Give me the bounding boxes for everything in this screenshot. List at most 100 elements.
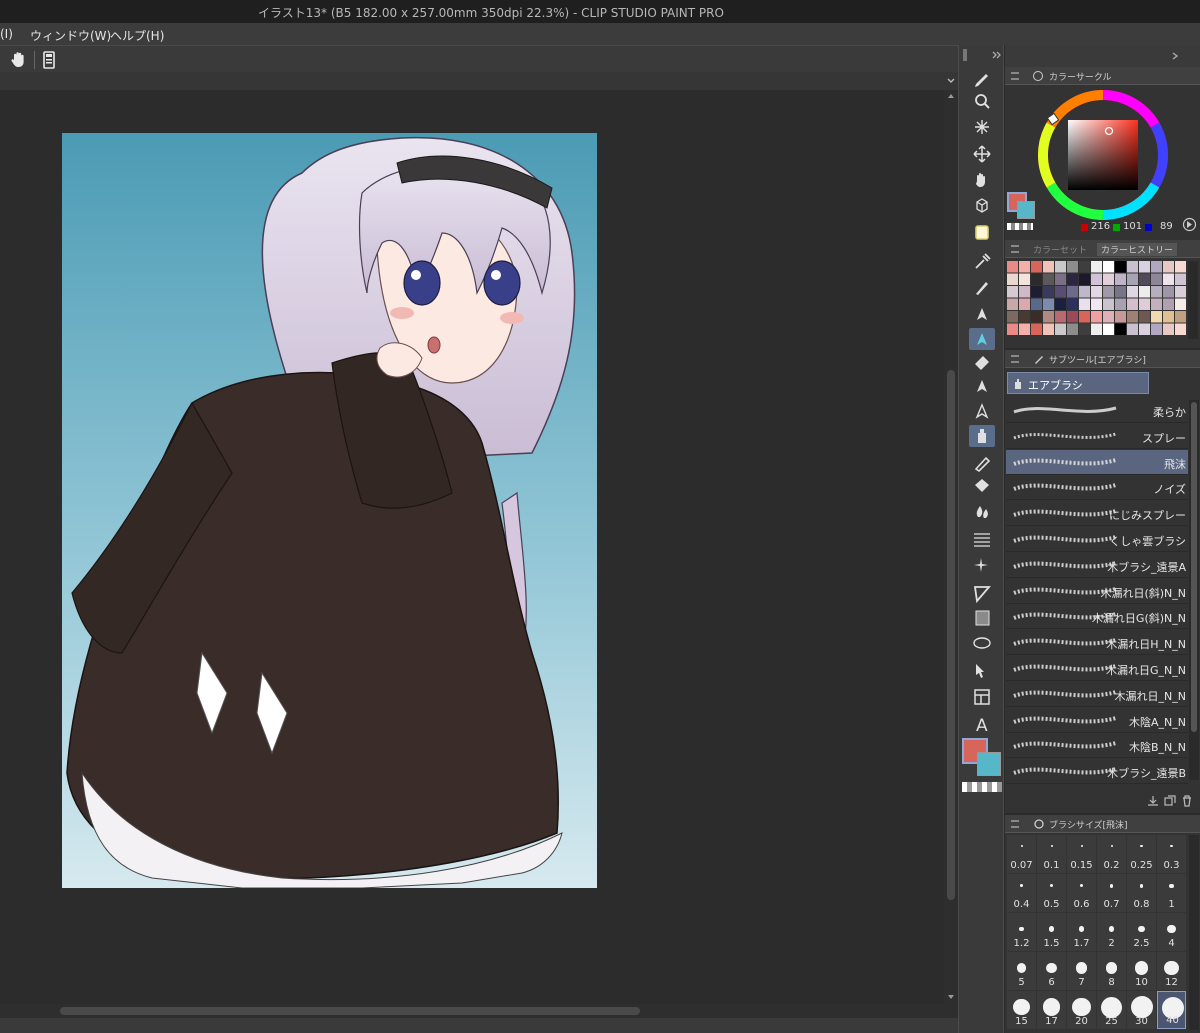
color-swatch[interactable] (1151, 323, 1162, 336)
color-swatch[interactable] (1067, 286, 1078, 298)
color-swatch[interactable] (1055, 286, 1066, 298)
brush-size-option[interactable]: 1.5 (1037, 913, 1066, 951)
color-swatch[interactable] (1079, 298, 1090, 311)
color-mode-icon[interactable] (1182, 217, 1197, 232)
color-swatch[interactable] (1139, 298, 1150, 311)
color-swatch[interactable] (1043, 323, 1054, 336)
brush-item[interactable]: 木ブラシ_遠景B (1006, 759, 1188, 785)
color-swatch[interactable] (1175, 261, 1186, 273)
circle-transparent-color[interactable] (1007, 223, 1033, 230)
transparent-color-swatch[interactable] (962, 782, 1002, 792)
brush-size-option[interactable]: 20 (1067, 991, 1096, 1029)
color-swatch[interactable] (1079, 273, 1090, 286)
color-swatch[interactable] (1043, 298, 1054, 311)
brush-size-option[interactable]: 0.1 (1037, 835, 1066, 873)
text-icon[interactable]: A (969, 713, 995, 736)
color-swatch[interactable] (1007, 311, 1018, 323)
brush-size-option[interactable]: 0.15 (1067, 835, 1096, 873)
color-swatch[interactable] (1031, 273, 1042, 286)
color-swatch[interactable] (1067, 261, 1078, 273)
brush-size-option[interactable]: 7 (1067, 952, 1096, 990)
device-icon[interactable] (38, 49, 60, 71)
menu-item-window[interactable]: ウィンドウ(W) (30, 27, 111, 44)
hand-icon[interactable] (969, 169, 995, 191)
color-swatch[interactable] (1163, 311, 1174, 323)
chevron-right-icon[interactable] (1170, 51, 1180, 61)
color-swatch[interactable] (1007, 323, 1018, 336)
color-swatch[interactable] (1055, 273, 1066, 286)
brush-size-option[interactable]: 5 (1007, 952, 1036, 990)
menu-item-partial[interactable]: (I) (0, 27, 13, 41)
color-swatch[interactable] (1115, 298, 1126, 311)
brush-item[interactable]: 木陰B_N_N (1006, 733, 1188, 759)
lines-icon[interactable] (969, 528, 995, 550)
color-swatch[interactable] (1127, 261, 1138, 273)
brush-item[interactable]: 柔らか (1006, 398, 1188, 423)
brush-size-option[interactable]: 15 (1007, 991, 1036, 1029)
brush-item[interactable]: 木漏れ日G(斜)N_N (1006, 604, 1188, 630)
brush-size-option[interactable]: 0.25 (1127, 835, 1156, 873)
brush-item[interactable]: 木漏れ日_N_N (1006, 682, 1188, 707)
color-swatch[interactable] (1079, 323, 1090, 336)
brush-item[interactable]: 木陰A_N_N (1006, 708, 1188, 733)
brush-item[interactable]: 木漏れ日G_N_N (1006, 656, 1188, 681)
color-swatch[interactable] (1019, 298, 1030, 311)
color-swatch[interactable] (1139, 286, 1150, 298)
color-swatch[interactable] (1055, 298, 1066, 311)
color-circle-tab[interactable]: カラーサークル (1005, 67, 1200, 85)
brush-size-option[interactable]: 40 (1157, 991, 1186, 1029)
color-swatch[interactable] (1175, 323, 1186, 336)
color-swatch[interactable] (1115, 286, 1126, 298)
layer-move-icon[interactable] (969, 222, 995, 244)
trash-icon[interactable] (1181, 795, 1193, 807)
brush-size-option[interactable]: 0.3 (1157, 835, 1186, 873)
subtool-tab[interactable]: サブツール[エアブラシ] (1005, 350, 1200, 368)
illustration-canvas[interactable] (62, 133, 597, 888)
color-swatch[interactable] (1007, 298, 1018, 311)
brush-size-option[interactable]: 0.07 (1007, 835, 1036, 873)
eyedropper-icon[interactable] (969, 250, 995, 272)
circle-sub-color[interactable] (1017, 201, 1035, 219)
eyedropper-alt-icon[interactable] (969, 276, 995, 298)
brush-item[interactable]: くしゃ雲ブラシ (1006, 527, 1188, 552)
brush-size-option[interactable]: 25 (1097, 991, 1126, 1029)
brush-size-option[interactable]: 2.5 (1127, 913, 1156, 951)
horizontal-scroll-thumb[interactable] (60, 1007, 640, 1015)
zoom-icon[interactable] (969, 90, 995, 112)
duplicate-icon[interactable] (1164, 795, 1176, 807)
color-swatch[interactable] (1115, 311, 1126, 323)
color-swatch[interactable] (1031, 261, 1042, 273)
color-swatch[interactable] (1019, 323, 1030, 336)
brush-item[interactable]: スプレー (1006, 424, 1188, 449)
brush-icon[interactable] (969, 375, 995, 397)
color-swatch[interactable] (1103, 286, 1114, 298)
color-swatch[interactable] (1067, 323, 1078, 336)
pen-icon[interactable] (969, 67, 995, 89)
brush-size-option[interactable]: 0.2 (1097, 835, 1126, 873)
color-swatch[interactable] (1127, 311, 1138, 323)
color-swatch[interactable] (1163, 286, 1174, 298)
frame-icon[interactable] (969, 686, 995, 708)
gradient-icon[interactable] (969, 607, 995, 629)
figure-icon[interactable] (969, 582, 995, 604)
vertical-scroll-thumb[interactable] (947, 370, 955, 900)
brush-size-option[interactable]: 30 (1127, 991, 1156, 1029)
color-swatch[interactable] (1019, 286, 1030, 298)
brush-size-option[interactable]: 6 (1037, 952, 1066, 990)
color-swatch[interactable] (1103, 311, 1114, 323)
canvas-horizontal-scrollbar[interactable] (0, 1004, 958, 1018)
decoration-pen-icon[interactable] (969, 400, 995, 422)
brush-size-option[interactable]: 2 (1097, 913, 1126, 951)
color-swatch[interactable] (1103, 273, 1114, 286)
color-swatch[interactable] (1043, 261, 1054, 273)
color-swatch[interactable] (1103, 261, 1114, 273)
sub-color-swatch[interactable] (977, 752, 1001, 776)
pen-tool-icon[interactable] (969, 303, 995, 325)
menu-item-help[interactable]: ヘルプ(H) (110, 27, 164, 44)
brush-size-option[interactable]: 0.6 (1067, 874, 1096, 912)
color-swatch[interactable] (1007, 286, 1018, 298)
move-icon[interactable] (969, 143, 995, 165)
brush-size-tab[interactable]: ブラシサイズ[飛沫] (1005, 815, 1200, 833)
color-swatch[interactable] (1127, 273, 1138, 286)
brush-size-option[interactable]: 0.4 (1007, 874, 1036, 912)
